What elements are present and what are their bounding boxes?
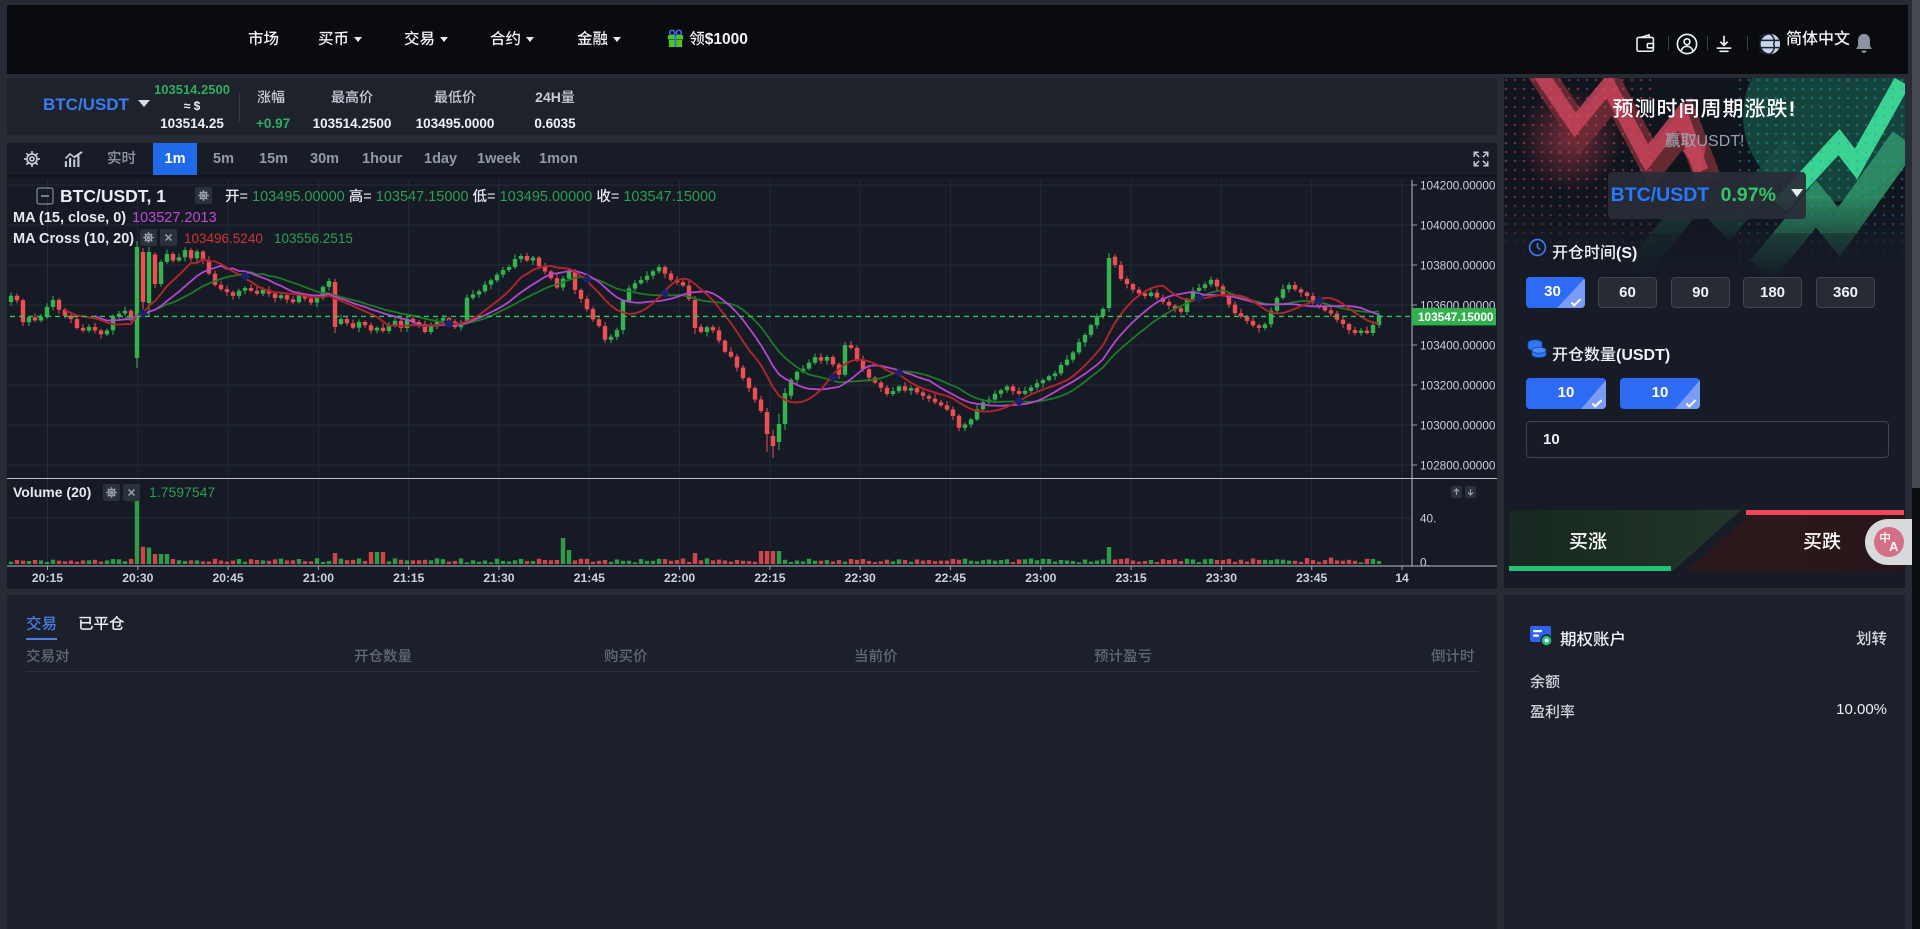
svg-text:Volume (20): Volume (20) bbox=[13, 484, 91, 500]
svg-text:23:45: 23:45 bbox=[1296, 571, 1327, 585]
svg-text:103800.00000: 103800.00000 bbox=[1420, 259, 1496, 273]
svg-text:22:45: 22:45 bbox=[935, 571, 966, 585]
svg-text:1.7597547: 1.7597547 bbox=[149, 484, 215, 500]
svg-text:MA (15, close, 0): MA (15, close, 0) bbox=[13, 210, 126, 226]
svg-text:103556.2515: 103556.2515 bbox=[274, 231, 353, 246]
svg-text:22:30: 22:30 bbox=[845, 571, 876, 585]
svg-text:22:00: 22:00 bbox=[664, 571, 695, 585]
svg-text:买跌: 买跌 bbox=[1803, 532, 1841, 553]
svg-text:22:15: 22:15 bbox=[754, 571, 785, 585]
svg-text:21:15: 21:15 bbox=[393, 571, 424, 585]
svg-text:21:30: 21:30 bbox=[483, 571, 514, 585]
svg-text:103496.5240: 103496.5240 bbox=[184, 231, 263, 246]
svg-text:MA Cross (10, 20): MA Cross (10, 20) bbox=[13, 231, 134, 247]
svg-text:21:00: 21:00 bbox=[303, 571, 334, 585]
svg-text:103547.15000: 103547.15000 bbox=[1418, 310, 1494, 324]
svg-text:23:30: 23:30 bbox=[1206, 571, 1237, 585]
svg-text:104000.00000: 104000.00000 bbox=[1420, 219, 1496, 233]
svg-text:BTC/USDT, 1: BTC/USDT, 1 bbox=[60, 186, 166, 206]
svg-text:23:00: 23:00 bbox=[1025, 571, 1056, 585]
svg-text:104200.00000: 104200.00000 bbox=[1420, 179, 1496, 193]
svg-text:20:45: 20:45 bbox=[213, 571, 244, 585]
svg-text:开= 103495.00000 高= 103547.150: 开= 103495.00000 高= 103547.15000 低= 10349… bbox=[225, 188, 716, 205]
svg-text:103527.2013: 103527.2013 bbox=[132, 210, 217, 226]
svg-text:103200.00000: 103200.00000 bbox=[1420, 379, 1496, 393]
svg-text:103000.00000: 103000.00000 bbox=[1420, 419, 1496, 433]
svg-text:20:30: 20:30 bbox=[122, 571, 153, 585]
svg-text:0.: 0. bbox=[1420, 556, 1430, 570]
svg-text:40.: 40. bbox=[1420, 512, 1436, 526]
svg-text:102800.00000: 102800.00000 bbox=[1420, 459, 1496, 473]
svg-text:23:15: 23:15 bbox=[1116, 571, 1147, 585]
svg-text:买涨: 买涨 bbox=[1569, 532, 1607, 553]
svg-text:21:45: 21:45 bbox=[574, 571, 605, 585]
svg-text:20:15: 20:15 bbox=[32, 571, 63, 585]
svg-text:103400.00000: 103400.00000 bbox=[1420, 339, 1496, 353]
svg-text:14: 14 bbox=[1395, 571, 1409, 585]
